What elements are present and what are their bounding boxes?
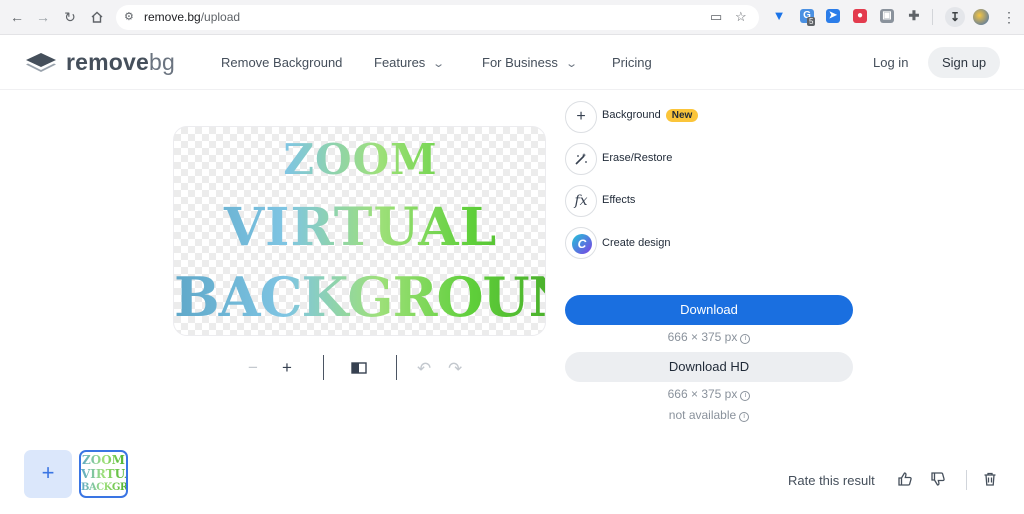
extension-arrow-icon[interactable]: ➤ xyxy=(826,9,840,23)
tool-label: Create design xyxy=(602,237,671,249)
new-badge: New xyxy=(665,109,699,122)
install-app-icon[interactable]: ▭ xyxy=(710,9,722,25)
info-icon[interactable]: i xyxy=(740,334,751,344)
logo-text: removebg xyxy=(66,49,176,75)
download-hd-size: 666 × 375 px i xyxy=(565,387,853,401)
tool-label: Background New xyxy=(602,109,699,122)
download-button[interactable]: Download xyxy=(565,295,853,325)
tool-label: Erase/Restore xyxy=(602,152,673,164)
profile-avatar[interactable] xyxy=(973,9,989,25)
thumb-text-line: VIRTUAL xyxy=(81,467,126,481)
image-thumbnail[interactable]: ZOOM VIRTUAL BACKGROUND xyxy=(79,450,128,498)
logo-layers-icon xyxy=(26,53,56,72)
thumbs-up-icon[interactable] xyxy=(897,471,913,491)
nav-features[interactable]: Features ⌄ xyxy=(374,55,446,70)
controls-divider xyxy=(396,355,397,380)
bookmark-star-icon[interactable]: ☆ xyxy=(735,9,747,25)
extension-record-icon[interactable]: ● xyxy=(853,9,867,23)
toolbar-divider xyxy=(932,9,933,25)
reload-icon[interactable]: ↻ xyxy=(61,8,79,26)
canva-icon: C xyxy=(565,227,597,259)
upload-new-image-button[interactable]: + xyxy=(24,450,72,498)
compare-icon[interactable] xyxy=(351,360,367,380)
browser-toolbar: ← → ↻ ⚙ remove.bg/upload ▭ ☆ ▼ G 5 ➤ ● ▣… xyxy=(0,0,1024,35)
home-icon[interactable] xyxy=(88,8,106,26)
url-text: remove.bg/upload xyxy=(144,10,241,24)
undo-icon[interactable]: ↶ xyxy=(417,359,431,379)
extension-screenshot-icon[interactable]: ▣ xyxy=(880,9,894,23)
signup-button[interactable]: Sign up xyxy=(928,47,1000,78)
extensions-puzzle-icon[interactable]: ✚ xyxy=(907,9,921,23)
address-bar[interactable]: ⚙ remove.bg/upload ▭ ☆ xyxy=(116,5,759,30)
downloads-icon[interactable]: ↧ xyxy=(945,7,965,27)
menu-kebab-icon[interactable]: ⋮ xyxy=(1000,8,1018,26)
thumb-text-line: BACKGROUND xyxy=(81,482,128,493)
thumb-text-line: ZOOM xyxy=(82,453,125,467)
site-header: removebg Remove Background Features ⌄ For… xyxy=(0,35,1024,90)
nav-pricing[interactable]: Pricing xyxy=(612,55,652,70)
back-arrow-icon[interactable]: ← xyxy=(8,8,26,26)
download-hd-note: not available i xyxy=(565,408,853,422)
nav-for-business[interactable]: For Business ⌄ xyxy=(482,55,578,70)
magic-brush-icon xyxy=(565,143,597,175)
tool-label: Effects xyxy=(602,194,636,206)
zoom-out-icon[interactable]: − xyxy=(248,358,258,378)
extension-v-icon[interactable]: ▼ xyxy=(772,9,786,23)
redo-icon[interactable]: ↷ xyxy=(448,359,462,379)
controls-divider xyxy=(323,355,324,380)
nav-remove-background[interactable]: Remove Background xyxy=(221,55,342,70)
rate-result-label: Rate this result xyxy=(788,473,875,488)
site-settings-icon[interactable]: ⚙ xyxy=(124,10,134,23)
fx-icon: fx xyxy=(565,185,597,217)
trash-icon[interactable] xyxy=(982,471,998,491)
extension-badge-count: 5 xyxy=(807,17,816,26)
info-icon[interactable]: i xyxy=(739,412,750,422)
download-hd-button[interactable]: Download HD xyxy=(565,352,853,382)
download-size: 666 × 375 px i xyxy=(565,330,853,344)
preview-text-line: VIRTUAL xyxy=(174,197,545,258)
preview-text-line: ZOOM xyxy=(174,135,545,184)
forward-arrow-icon[interactable]: → xyxy=(34,8,52,26)
zoom-in-icon[interactable]: + xyxy=(282,358,292,378)
chevron-down-icon: ⌄ xyxy=(432,58,446,70)
login-link[interactable]: Log in xyxy=(873,55,908,70)
chevron-down-icon: ⌄ xyxy=(565,58,578,70)
plus-icon: + xyxy=(565,101,597,133)
result-preview-image: ZOOM VIRTUAL BACKGROUND xyxy=(173,126,546,336)
thumbs-down-icon[interactable] xyxy=(930,471,946,491)
preview-text-line: BACKGROUND xyxy=(174,265,545,329)
info-icon[interactable]: i xyxy=(740,391,751,401)
bottom-divider xyxy=(966,470,967,490)
